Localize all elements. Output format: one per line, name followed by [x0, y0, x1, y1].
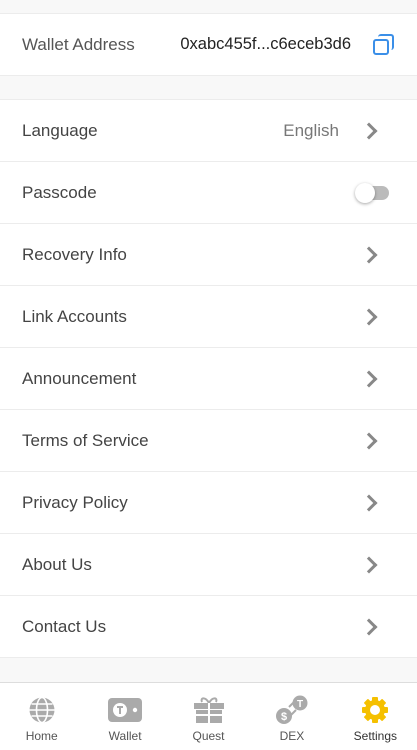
chevron-right-icon: [360, 122, 378, 139]
copy-icon[interactable]: [373, 33, 395, 56]
bottom-tab-bar: Home Wallet Quest $ T DEX Settings: [0, 682, 417, 750]
chevron-right-icon: [360, 494, 378, 511]
menu-item-label: Terms of Service: [22, 430, 149, 450]
passcode-toggle[interactable]: [355, 182, 389, 203]
menu-item-label: Announcement: [22, 368, 137, 388]
menu-item-announcement[interactable]: Announcement: [0, 348, 417, 410]
wallet-address-label: Wallet Address: [22, 34, 135, 54]
tab-home[interactable]: Home: [0, 683, 83, 750]
wallet-icon: [108, 695, 143, 725]
menu-item-label: Recovery Info: [22, 244, 127, 264]
menu-item-label: Link Accounts: [22, 306, 127, 326]
menu-item-contact-us[interactable]: Contact Us: [0, 596, 417, 658]
chevron-right-icon: [360, 556, 378, 573]
tab-label: DEX: [279, 729, 305, 743]
gift-icon: [193, 695, 225, 725]
menu-item-label: Privacy Policy: [22, 492, 128, 512]
tab-label: Quest: [192, 729, 225, 743]
tab-settings[interactable]: Settings: [334, 683, 417, 750]
menu-item-label: About Us: [22, 554, 92, 574]
tab-label: Settings: [353, 729, 397, 743]
svg-text:T: T: [297, 699, 303, 710]
exchange-icon: $ T: [275, 695, 309, 725]
tab-label: Wallet: [108, 729, 142, 743]
gear-icon: [361, 695, 389, 725]
tab-dex[interactable]: $ T DEX: [250, 683, 333, 750]
language-value: English: [283, 120, 339, 140]
chevron-right-icon: [360, 432, 378, 449]
menu-item-label: Passcode: [22, 182, 97, 202]
menu-item-link-accounts[interactable]: Link Accounts: [0, 286, 417, 348]
settings-menu: Language English Passcode Recovery Info L…: [0, 100, 417, 658]
menu-item-terms-of-service[interactable]: Terms of Service: [0, 410, 417, 472]
top-spacer: [0, 0, 417, 14]
wallet-address-value: 0xabc455f...c6eceb3d6: [180, 35, 351, 53]
menu-item-passcode: Passcode: [0, 162, 417, 224]
chevron-right-icon: [360, 308, 378, 325]
wallet-address-row: Wallet Address 0xabc455f...c6eceb3d6: [0, 14, 417, 76]
menu-item-privacy-policy[interactable]: Privacy Policy: [0, 472, 417, 534]
menu-item-about-us[interactable]: About Us: [0, 534, 417, 596]
menu-item-language[interactable]: Language English: [0, 100, 417, 162]
svg-text:$: $: [281, 711, 287, 723]
section-spacer: [0, 76, 417, 100]
tab-quest[interactable]: Quest: [167, 683, 250, 750]
menu-item-label: Contact Us: [22, 616, 107, 636]
tab-wallet[interactable]: Wallet: [83, 683, 166, 750]
globe-icon: [28, 695, 56, 725]
tab-label: Home: [25, 729, 58, 743]
menu-item-recovery-info[interactable]: Recovery Info: [0, 224, 417, 286]
chevron-right-icon: [360, 618, 378, 635]
chevron-right-icon: [360, 370, 378, 387]
menu-item-label: Language: [22, 120, 98, 140]
chevron-right-icon: [360, 246, 378, 263]
